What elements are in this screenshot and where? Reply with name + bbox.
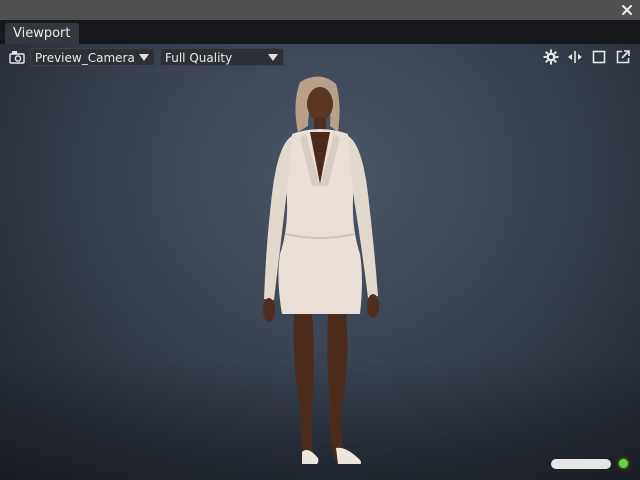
viewport-toolbar: Preview_Camera Full Quality [0, 48, 640, 68]
close-icon [622, 5, 632, 15]
status-indicator [619, 459, 628, 468]
gear-icon[interactable] [543, 49, 559, 65]
progress-pill [551, 459, 611, 469]
chevron-down-icon [268, 54, 278, 61]
quality-select[interactable]: Full Quality [160, 48, 284, 66]
maximize-icon[interactable] [591, 49, 607, 65]
camera-icon[interactable] [9, 50, 25, 64]
tab-viewport[interactable]: Viewport [5, 23, 79, 44]
pop-out-icon[interactable] [615, 49, 631, 65]
close-button[interactable] [618, 1, 636, 19]
tab-strip: Viewport [0, 20, 640, 44]
viewport-canvas[interactable]: Preview_Camera Full Quality [0, 44, 640, 480]
chevron-down-icon [139, 54, 149, 61]
viewport-window: Viewport Preview_Camera Full Quality [0, 0, 640, 480]
fit-width-icon[interactable] [567, 49, 583, 65]
title-bar [0, 0, 640, 20]
camera-select-value: Preview_Camera [35, 51, 135, 65]
character-model [263, 76, 379, 464]
camera-select[interactable]: Preview_Camera [30, 48, 155, 66]
quality-select-value: Full Quality [165, 51, 233, 65]
